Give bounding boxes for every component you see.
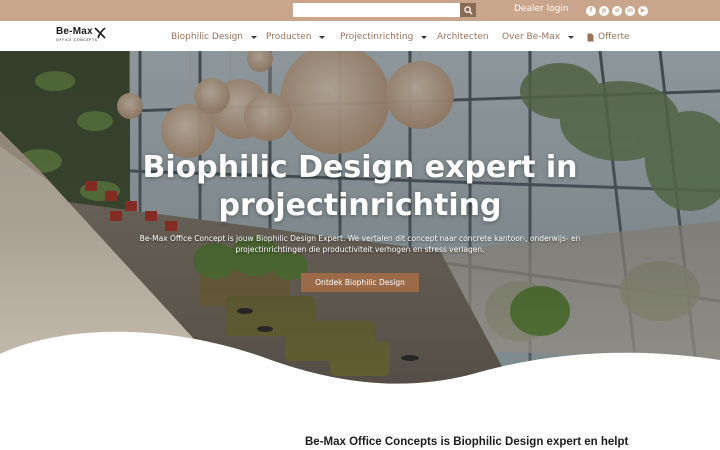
hero-title-line1: Biophilic Design expert in <box>142 150 578 185</box>
nav-label: Projectinrichting <box>340 32 414 42</box>
instagram-icon[interactable]: o <box>612 6 622 16</box>
search-icon <box>463 5 473 15</box>
hero-subtitle-line2: projectinrichtingen die productiviteit v… <box>235 245 485 254</box>
hero-title-line2: projectinrichting <box>218 188 502 223</box>
pinterest-icon[interactable]: p <box>599 6 609 16</box>
chevron-down-icon <box>250 35 257 39</box>
nav-over-be-max[interactable]: Over Be-Max <box>502 32 575 42</box>
chevron-down-icon <box>319 35 326 39</box>
logo-tagline: OFFICE CONCEPTS <box>56 38 98 42</box>
dealer-login-link[interactable]: Dealer login <box>514 4 569 14</box>
document-icon <box>587 33 594 41</box>
nav-biophilic-design[interactable]: Biophilic Design <box>171 32 257 42</box>
hero-cta-button[interactable]: Ontdek Biophilic Design <box>301 273 419 292</box>
search-input[interactable] <box>293 3 460 17</box>
nav-label: Offerte <box>598 32 630 42</box>
search-form <box>293 3 476 17</box>
logo[interactable]: Be-Max OFFICE CONCEPTS <box>56 26 106 44</box>
nav-projectinrichting[interactable]: Projectinrichting <box>340 32 428 42</box>
nav-architecten[interactable]: Architecten <box>437 32 489 42</box>
chevron-down-icon <box>568 35 575 39</box>
intro-heading: Be-Max Office Concepts is Biophilic Desi… <box>305 436 629 448</box>
nav-offerte[interactable]: Offerte <box>587 32 630 42</box>
nav-label: Architecten <box>437 32 489 42</box>
hero-subtitle-line1: Be-Max Office Concept is jouw Biophilic … <box>139 234 581 243</box>
logo-wordmark: Be-Max <box>56 26 93 37</box>
youtube-icon[interactable]: ▶ <box>638 6 648 16</box>
social-links: f p o in ▶ <box>586 6 648 16</box>
top-bar: Dealer login f p o in ▶ <box>0 0 720 21</box>
linkedin-icon[interactable]: in <box>625 6 635 16</box>
chevron-down-icon <box>421 35 428 39</box>
search-button[interactable] <box>460 3 476 17</box>
nav-label: Producten <box>266 32 312 42</box>
facebook-icon[interactable]: f <box>586 6 596 16</box>
main-nav: Be-Max OFFICE CONCEPTS Biophilic Design … <box>0 21 720 51</box>
nav-producten[interactable]: Producten <box>266 32 326 42</box>
wave-divider <box>0 331 720 410</box>
nav-label: Over Be-Max <box>502 32 561 42</box>
nav-label: Biophilic Design <box>171 32 243 42</box>
